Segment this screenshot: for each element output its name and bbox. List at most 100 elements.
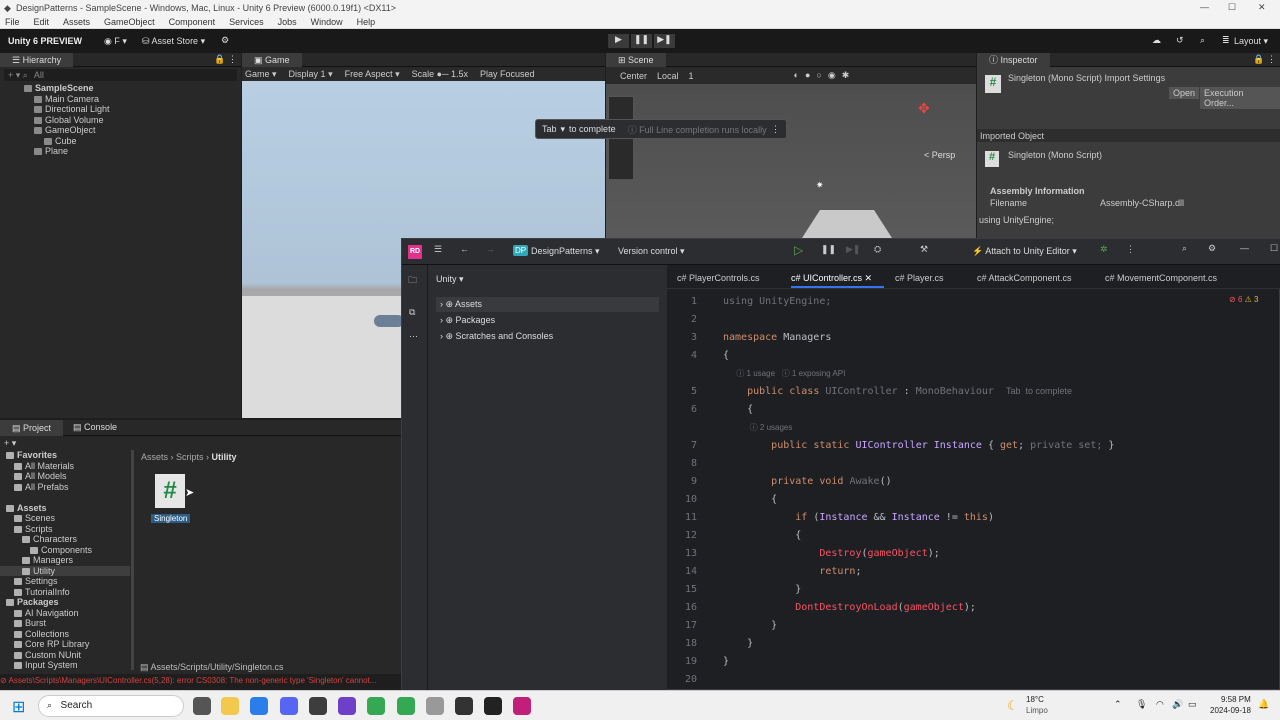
hierarchy-item[interactable]: Cube [0, 136, 241, 147]
vcs-dropdown[interactable]: Version control ▾ [618, 246, 685, 257]
scene-tools[interactable]: ◐●○◉✱ [794, 70, 856, 81]
forward-icon[interactable]: → [486, 244, 495, 254]
breadcrumb-utility[interactable]: Utility [212, 452, 237, 462]
tab-hierarchy[interactable]: ☰ Hierarchy [0, 52, 74, 67]
attach-unity-dropdown[interactable]: ⚡ Attach to Unity Editor ▾ [972, 246, 1077, 257]
tab-scene[interactable]: ⊞ Scene [606, 52, 666, 67]
project-tree-item[interactable]: All Models [0, 471, 130, 482]
settings-icon[interactable]: ⚙ [1208, 243, 1216, 254]
layout-dropdown[interactable]: Layout ▾ [1234, 36, 1268, 47]
task-view-icon[interactable] [193, 697, 211, 715]
back-icon[interactable]: ← [460, 244, 469, 254]
project-tree-item[interactable]: Utility [0, 565, 130, 576]
menu-help[interactable]: Help [357, 17, 376, 27]
hierarchy-item[interactable]: GameObject [0, 125, 241, 136]
pivot-dropdown[interactable]: Center [620, 71, 647, 81]
minimize-icon[interactable]: — [1240, 243, 1249, 253]
project-tree-item[interactable]: Scenes [0, 513, 130, 524]
project-dropdown[interactable]: DesignPatterns ▾ [531, 246, 600, 257]
maximize-icon[interactable]: ☐ [1270, 243, 1278, 254]
more-icon[interactable]: ⋮ [771, 124, 780, 135]
search-icon[interactable]: ⌕ [1182, 243, 1187, 254]
menu-window[interactable]: Window [311, 17, 343, 27]
hierarchy-item[interactable]: Global Volume [0, 115, 241, 126]
notification-icon[interactable]: 🔔 [1258, 699, 1269, 710]
menu-gameobject[interactable]: GameObject [104, 17, 155, 27]
pause-icon[interactable]: ❚❚ [821, 244, 836, 255]
display-dropdown[interactable]: Display 1 ▾ [289, 69, 333, 80]
step-icon[interactable]: ▶❚ [846, 244, 860, 255]
tab-game[interactable]: ▣ Game [242, 52, 302, 67]
mic-icon[interactable]: 🎙 [1136, 699, 1147, 710]
hierarchy-item[interactable]: SampleScene [0, 83, 241, 94]
more-icon[interactable]: ⋮ [1126, 244, 1135, 255]
menu-edit[interactable]: Edit [34, 17, 50, 27]
rider-icon[interactable] [513, 697, 531, 715]
chrome-icon[interactable] [367, 697, 385, 715]
project-tree-item[interactable]: Assets [0, 503, 130, 514]
console-error-bar[interactable]: ⊘ Assets\Scripts\Managers\UIController.c… [0, 676, 401, 688]
space-dropdown[interactable]: Local [657, 71, 679, 81]
minimize-icon[interactable]: — [1200, 2, 1209, 12]
battery-icon[interactable]: ▭ [1188, 699, 1197, 710]
tab-project[interactable]: ▤ Project [0, 419, 64, 436]
settings-icon[interactable]: ⚙ [221, 35, 229, 46]
more-tools-icon[interactable]: ⋯ [409, 331, 418, 342]
windows-start-icon[interactable]: ⊞ [12, 697, 25, 717]
play-focused-dropdown[interactable]: Play Focused [480, 69, 535, 79]
edge-icon[interactable] [250, 697, 268, 715]
tab-inspector[interactable]: ⓘ Inspector [977, 52, 1050, 67]
project-tree-item[interactable]: Collections [0, 629, 130, 640]
scene-viewport[interactable]: ✥ < Persp ✷ [606, 84, 976, 238]
file-explorer-icon[interactable] [221, 697, 239, 715]
hamburger-menu-icon[interactable]: ☰ [434, 244, 442, 255]
tree-item-assets[interactable]: › ⊕ Assets [440, 299, 553, 315]
breadcrumb-assets[interactable]: Assets [141, 452, 168, 462]
step-button[interactable]: ▶❚ [654, 34, 675, 48]
menu-file[interactable]: File [5, 17, 20, 27]
close-icon[interactable]: ✕ [1258, 2, 1266, 13]
app-icon[interactable] [426, 697, 444, 715]
history-icon[interactable]: ↺ [1176, 35, 1184, 46]
menu-assets[interactable]: Assets [63, 17, 90, 27]
volume-icon[interactable]: 🔊 [1172, 699, 1183, 710]
project-tree-item[interactable]: Custom NUnit [0, 650, 130, 661]
breadcrumb-scripts[interactable]: Scripts [176, 452, 204, 462]
code-editor[interactable]: ⊘ 6 ⚠ 3 1 using UnityEngine; 2 3 namespace… [667, 289, 1280, 691]
layers-icon[interactable]: ≣ [1222, 35, 1230, 46]
tab-uicontroller[interactable]: c# UIController.cs ✕ [791, 273, 872, 284]
debug-icon[interactable]: ⛭ [874, 244, 881, 255]
pause-button[interactable]: ❚❚ [631, 34, 652, 48]
scene-gizmo-icon[interactable]: ✥ [918, 100, 930, 117]
unity-icon[interactable] [484, 697, 502, 715]
account-button[interactable]: ◉ F ▾ [104, 36, 127, 47]
unity-hub-icon[interactable] [455, 697, 473, 715]
project-tool-icon[interactable]: 🗀 [408, 273, 417, 289]
tree-item-scratches[interactable]: › ⊕ Scratches and Consoles [440, 331, 553, 347]
menu-jobs[interactable]: Jobs [278, 17, 297, 27]
discord-icon[interactable] [280, 697, 298, 715]
menu-component[interactable]: Component [169, 17, 216, 27]
scale-slider[interactable]: Scale ●─ 1.5x [412, 69, 468, 79]
project-tree-item[interactable]: Managers [0, 555, 130, 566]
github-icon[interactable] [338, 697, 356, 715]
app-icon[interactable] [309, 697, 327, 715]
project-tree-item[interactable]: Characters [0, 534, 130, 545]
project-tree-item[interactable]: Core RP Library [0, 639, 130, 650]
bug-icon[interactable]: ✲ [1100, 244, 1108, 255]
tray-chevron-icon[interactable]: ⌃ [1114, 699, 1122, 710]
grid-snap[interactable]: 1 [689, 71, 694, 81]
build-icon[interactable]: ⚒ [920, 244, 928, 255]
project-tree-item[interactable]: Input System [0, 660, 130, 671]
structure-tool-icon[interactable]: ⧉ [409, 307, 415, 318]
view-dropdown[interactable]: Unity ▾ [436, 274, 464, 285]
project-tree-item[interactable]: All Materials [0, 461, 130, 472]
script-file-name[interactable]: Singleton [151, 514, 191, 523]
script-file-icon[interactable]: # [155, 474, 185, 508]
error-count[interactable]: ⊘ 6 ⚠ 3 [1229, 295, 1258, 304]
hierarchy-search-input[interactable]: + ▾ ⌕ All [4, 69, 237, 81]
taskbar-search[interactable]: ⌕ Search [38, 695, 184, 717]
hierarchy-item[interactable]: Plane [0, 146, 241, 157]
run-icon[interactable]: ▷ [794, 243, 803, 257]
execution-order-button[interactable]: Execution Order... [1200, 87, 1280, 109]
